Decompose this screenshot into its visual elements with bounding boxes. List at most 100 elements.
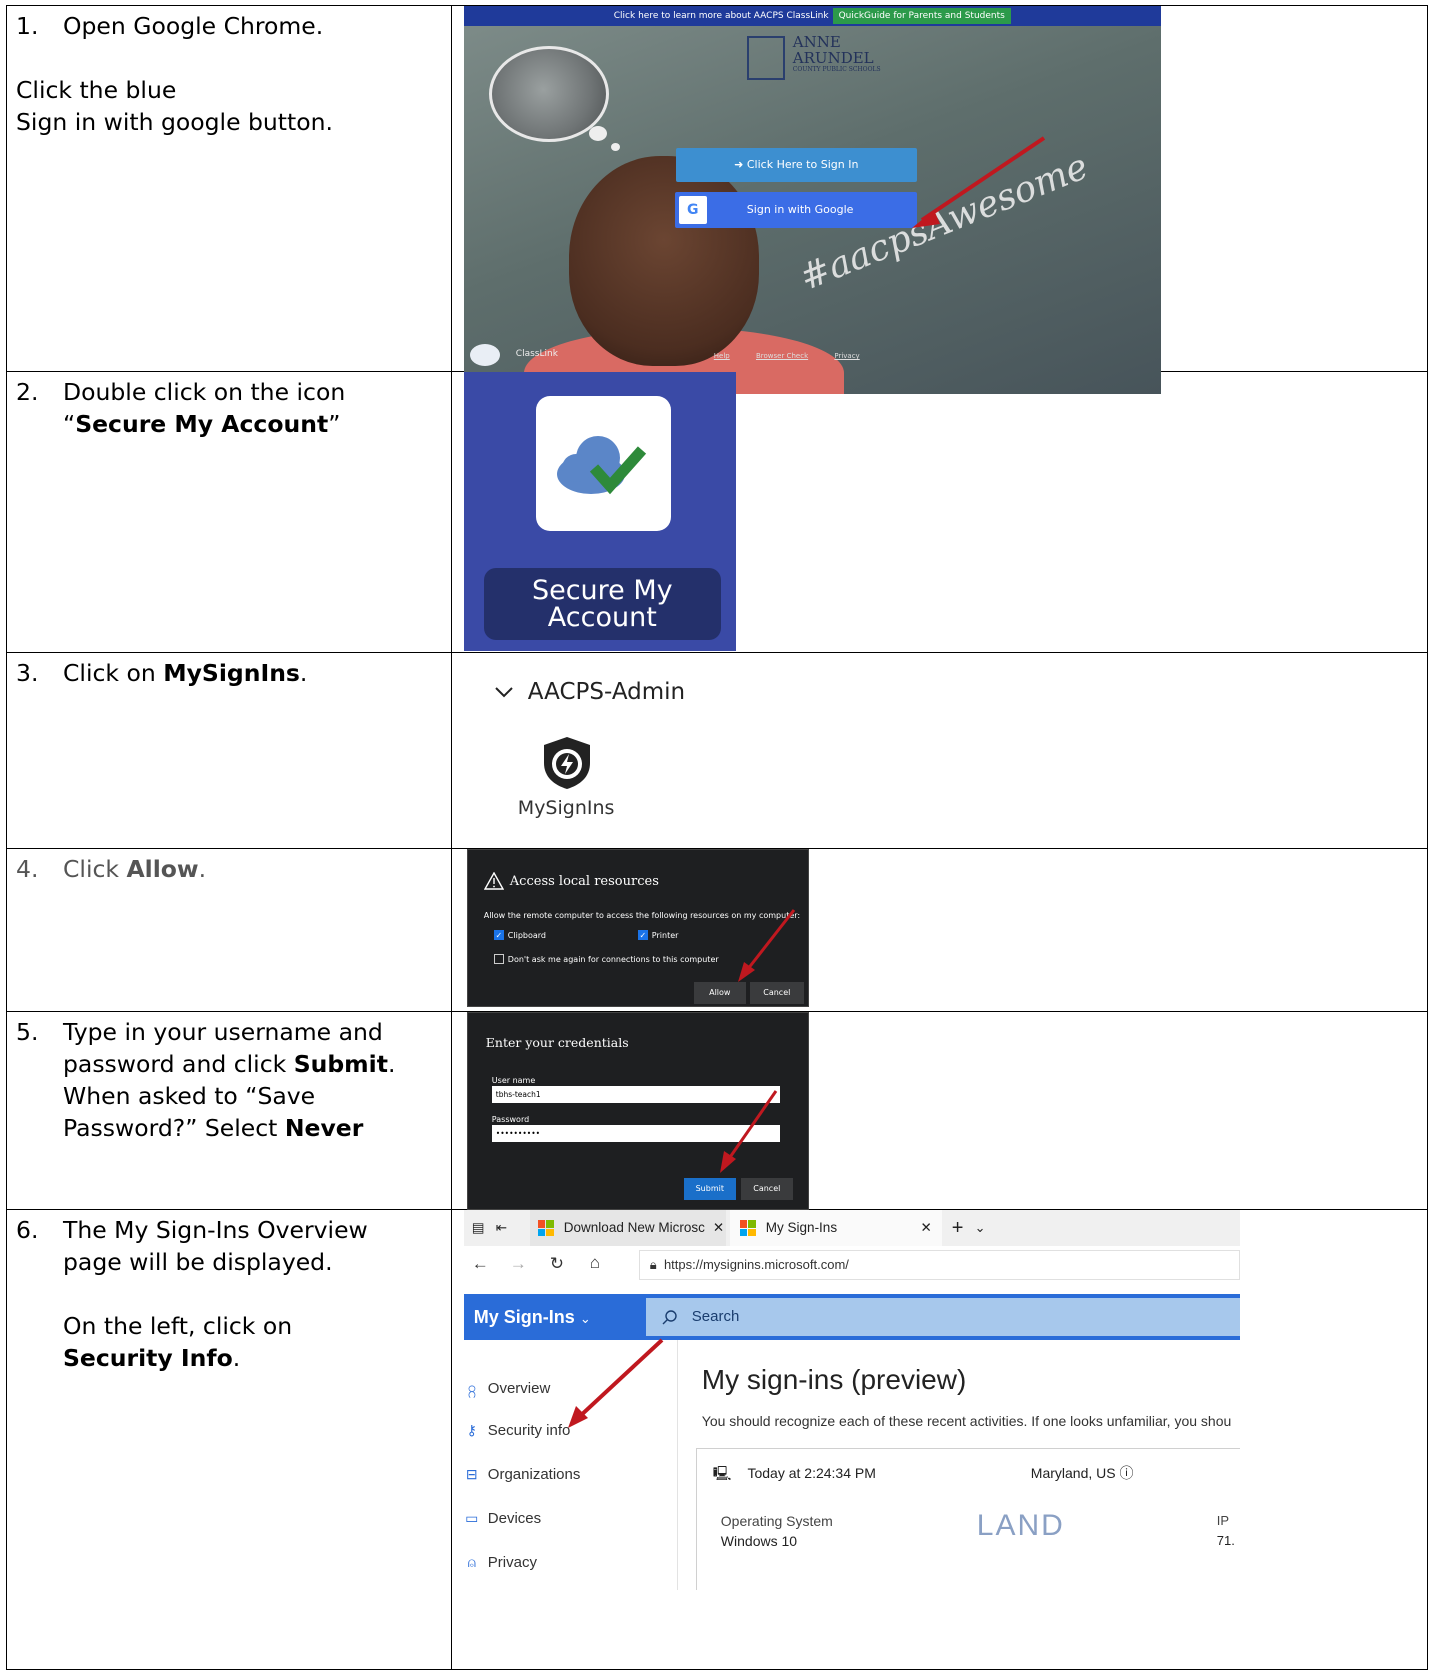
allow-button[interactable]: Allow xyxy=(693,982,746,1004)
step-5-line4: Password?” Select Never xyxy=(63,1114,364,1142)
url-field[interactable]: 🔒︎ https://mysignins.microsoft.com/ xyxy=(638,1250,1240,1280)
app-header: My Sign-Ins ⌄ Search xyxy=(463,1294,1240,1342)
click-here-to-sign-in-button[interactable]: ➜ Click Here to Sign In xyxy=(675,148,917,182)
step-1-line2: Click the blue xyxy=(16,76,177,104)
browser-check-link[interactable]: Browser Check xyxy=(756,352,808,360)
info-banner[interactable]: Click here to learn more about AACPS Cla… xyxy=(463,6,1161,26)
step-row-5: 5. Type in your username and password and… xyxy=(6,1011,1429,1210)
step-5-line1: Type in your username and xyxy=(63,1018,383,1046)
step-row-6: 6. The My Sign-Ins Overview page will be … xyxy=(6,1209,1429,1670)
username-input[interactable]: tbhs-teach1 xyxy=(491,1086,780,1103)
step-6-line1: The My Sign-Ins Overview xyxy=(63,1216,368,1244)
help-link[interactable]: Help xyxy=(714,352,730,360)
step-6-line4: Security Info. xyxy=(63,1344,241,1372)
classlink-name: ClassLink xyxy=(515,349,558,359)
password-label: Password xyxy=(491,1115,530,1124)
instructions-table: 1. Open Google Chrome. Click the blue Sig… xyxy=(6,5,1429,1670)
signin-activity-card[interactable]: 🖳︎ Today at 2:24:34 PM Maryland, US ⓘ Ope… xyxy=(695,1448,1240,1590)
username-label: User name xyxy=(491,1076,536,1085)
nav-privacy[interactable]: ⍝ Privacy xyxy=(464,1554,537,1571)
nav-security-info[interactable]: ⚷ Security info xyxy=(464,1422,571,1439)
cloud-check-icon[interactable] xyxy=(535,396,671,531)
step-5-line3: When asked to “Save xyxy=(63,1082,316,1110)
microsoft-logo-icon xyxy=(739,1220,756,1236)
refresh-icon[interactable]: ↻ xyxy=(550,1254,564,1274)
warning-icon xyxy=(483,872,504,890)
step-4-screenshot: Access local resources Allow the remote … xyxy=(450,848,1429,1012)
dialog-description: Allow the remote computer to access the … xyxy=(483,911,801,920)
home-icon[interactable]: ⌂ xyxy=(590,1253,600,1273)
submit-button[interactable]: Submit xyxy=(683,1178,736,1200)
sign-in-with-google-button[interactable]: G Sign in with Google xyxy=(674,192,917,228)
nav-devices[interactable]: ▭ Devices xyxy=(464,1510,541,1527)
tab-download[interactable]: Download New Microsc ✕ xyxy=(529,1210,726,1246)
step-number: 1. xyxy=(16,12,39,40)
info-icon: ⓘ xyxy=(1119,1465,1134,1481)
activity-location: Maryland, US ⓘ xyxy=(1030,1465,1134,1481)
password-input[interactable]: •••••••••• xyxy=(491,1125,780,1142)
new-tab-icon[interactable]: + ⌄ xyxy=(952,1210,986,1246)
mysignins-app-label[interactable]: MySignIns xyxy=(518,797,615,819)
back-icon[interactable]: ← xyxy=(472,1254,489,1274)
nav-organizations[interactable]: ⊟ Organizations xyxy=(464,1466,580,1483)
quickguide-button[interactable]: QuickGuide for Parents and Students xyxy=(832,8,1011,24)
credentials-dialog: Enter your credentials User name tbhs-te… xyxy=(466,1012,809,1210)
page-title: My sign-ins (preview) xyxy=(701,1364,967,1395)
step-6-line3: On the left, click on xyxy=(63,1312,293,1340)
step-4-text: 4. Click Allow. xyxy=(6,848,452,1012)
step-2-screenshot: Secure My Account xyxy=(450,371,1429,653)
aacps-logo: ANNE ARUNDEL COUNTY PUBLIC SCHOOLS xyxy=(746,32,887,82)
step-number: 3. xyxy=(16,659,39,687)
step-1-screenshot: Click here to learn more about AACPS Cla… xyxy=(450,5,1429,394)
secure-my-account-label[interactable]: Secure My Account xyxy=(483,568,721,640)
location-map: LAND xyxy=(976,1509,1065,1542)
step-5-screenshot: Enter your credentials User name tbhs-te… xyxy=(450,1011,1429,1210)
step-number: 6. xyxy=(16,1216,39,1244)
close-icon[interactable]: ✕ xyxy=(920,1210,931,1246)
step-3-screenshot: AACPS-Admin MySignIns xyxy=(450,652,1429,849)
os-label: Operating System xyxy=(720,1513,833,1529)
step-number: 2. xyxy=(16,378,39,406)
tab-actions-icon[interactable]: ▤ ⇤ xyxy=(472,1210,507,1246)
browser-tab-bar: ▤ ⇤ Download New Microsc ✕ My Sign-Ins ✕ +… xyxy=(463,1210,1240,1246)
lock-icon: 🔒︎ xyxy=(649,1257,657,1272)
classlink-cloud-icon xyxy=(469,344,500,366)
step-3-text: 3. Click on MySignIns. xyxy=(6,652,452,849)
dialog-title: Enter your credentials xyxy=(485,1035,629,1050)
brand-dropdown[interactable]: My Sign-Ins ⌄ xyxy=(474,1294,591,1342)
shield-icon[interactable] xyxy=(540,735,594,795)
step-row-1: 1. Open Google Chrome. Click the blue Sig… xyxy=(6,5,1429,394)
address-bar: ← → ↻ ⌂ 🔒︎ https://mysignins.microsoft.c… xyxy=(463,1246,1240,1284)
chevron-down-icon xyxy=(495,687,513,698)
cancel-button[interactable]: Cancel xyxy=(740,1178,793,1200)
dont-ask-again-checkbox[interactable]: Don't ask me again for connections to th… xyxy=(493,954,719,964)
step-5-line2: password and click Submit. xyxy=(63,1050,396,1078)
step-number: 5. xyxy=(16,1018,39,1046)
briefcase-icon: ⊟ xyxy=(465,1466,478,1482)
thought-dot xyxy=(610,143,620,151)
tab-my-signins[interactable]: My Sign-Ins ✕ xyxy=(729,1210,942,1246)
clipboard-checkbox[interactable]: ✓ Clipboard xyxy=(493,930,546,940)
computer-icon: 🖳︎ xyxy=(712,1465,732,1481)
search-icon xyxy=(662,1310,677,1325)
step-number: 4. xyxy=(16,855,39,883)
secure-my-account-tile[interactable]: Secure My Account xyxy=(463,372,736,651)
access-local-resources-dialog: Access local resources Allow the remote … xyxy=(466,849,809,1007)
key-icon: ⚷ xyxy=(466,1422,477,1438)
aacps-admin-group[interactable]: AACPS-Admin xyxy=(494,679,685,705)
step-1-line1: Open Google Chrome. xyxy=(63,12,324,40)
printer-checkbox[interactable]: ✓ Printer xyxy=(637,930,678,940)
forward-icon[interactable]: → xyxy=(510,1254,527,1274)
nav-overview[interactable]: ႙ Overview xyxy=(464,1378,551,1399)
search-input[interactable]: Search xyxy=(645,1298,1240,1336)
page-subtitle: You should recognize each of these recen… xyxy=(701,1413,1232,1429)
cancel-button[interactable]: Cancel xyxy=(749,982,804,1004)
group-label: AACPS-Admin xyxy=(527,679,686,705)
my-signins-browser-screenshot: ▤ ⇤ Download New Microsc ✕ My Sign-Ins ✕ +… xyxy=(463,1210,1240,1590)
step-2-text: 2. Double click on the icon “Secure My Ac… xyxy=(6,371,452,653)
google-icon: G xyxy=(678,196,707,224)
lock-icon: ⍝ xyxy=(467,1554,476,1570)
step-row-3: 3. Click on MySignIns. AACPS-Admin MySign… xyxy=(6,652,1429,849)
privacy-link[interactable]: Privacy xyxy=(834,352,859,360)
person-icon: ႙ xyxy=(467,1379,476,1395)
